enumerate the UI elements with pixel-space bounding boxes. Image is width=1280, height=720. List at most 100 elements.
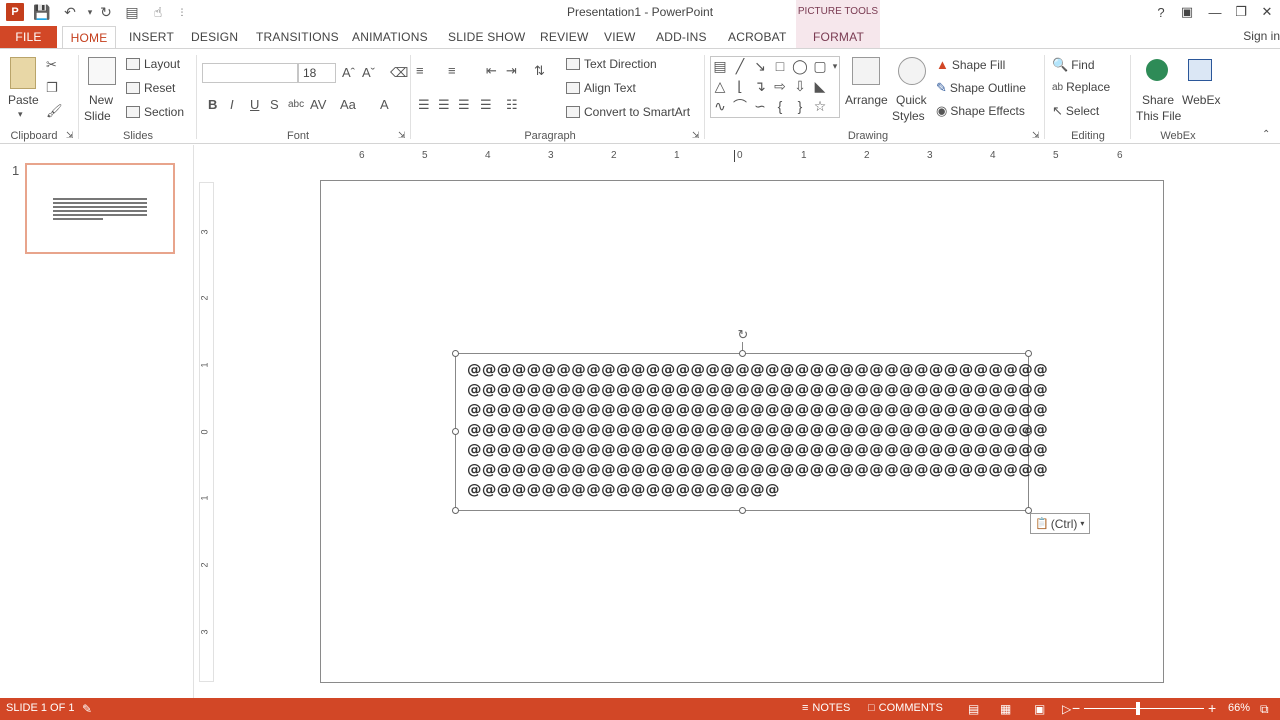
gallery-more-icon[interactable]: ▾ bbox=[829, 57, 841, 75]
paste-dropdown-icon[interactable]: ▾ bbox=[18, 109, 23, 120]
text-direction-button[interactable]: Text Direction bbox=[566, 57, 657, 71]
share-this-file-label[interactable]: This File bbox=[1136, 109, 1181, 123]
tab-review[interactable]: REVIEW bbox=[540, 26, 589, 48]
decrease-indent-icon[interactable]: ⇤ bbox=[486, 63, 497, 79]
right-brace-shape-icon[interactable]: } bbox=[791, 97, 809, 115]
select-button[interactable]: ↖ Select bbox=[1052, 103, 1099, 119]
minimize-button[interactable]: — bbox=[1204, 3, 1226, 21]
underline-icon[interactable]: U bbox=[250, 97, 259, 112]
fit-slide-icon[interactable]: ⧉ bbox=[1260, 702, 1269, 717]
undo-icon[interactable]: ↶ bbox=[60, 3, 80, 21]
comments-button[interactable]: □ COMMENTS bbox=[868, 702, 943, 714]
shape-effects-button[interactable]: ◉ Shape Effects bbox=[936, 103, 1025, 119]
zoom-in-icon[interactable]: + bbox=[1208, 700, 1216, 716]
ribbon-display-options-button[interactable]: ▣ bbox=[1176, 3, 1198, 21]
layout-button[interactable]: Layout bbox=[126, 57, 180, 71]
character-spacing-icon[interactable]: AV bbox=[310, 97, 326, 112]
zoom-slider[interactable] bbox=[1084, 708, 1204, 709]
paste-icon[interactable] bbox=[10, 57, 36, 89]
decrease-font-size-icon[interactable]: Aˇ bbox=[362, 65, 375, 80]
oval-shape-icon[interactable]: ◯ bbox=[791, 57, 809, 75]
resize-handle-left[interactable] bbox=[452, 428, 459, 435]
clipboard-launcher-icon[interactable]: ⇲ bbox=[66, 130, 74, 141]
columns-icon[interactable]: ☷ bbox=[506, 97, 518, 113]
sign-in-link[interactable]: Sign in bbox=[1243, 29, 1280, 43]
numbering-icon[interactable]: ≡ bbox=[448, 63, 456, 78]
collapse-ribbon-icon[interactable]: ⌃ bbox=[1262, 129, 1270, 140]
clear-formatting-icon[interactable]: ⌫ bbox=[390, 65, 408, 81]
webex-icon[interactable] bbox=[1188, 59, 1212, 81]
cut-icon[interactable]: ✂ bbox=[46, 57, 57, 73]
paragraph-launcher-icon[interactable]: ⇲ bbox=[692, 130, 700, 141]
resize-handle-bottom[interactable] bbox=[739, 507, 746, 514]
close-button[interactable]: ✕ bbox=[1256, 3, 1278, 21]
new-slide-icon[interactable] bbox=[88, 57, 116, 85]
notes-button[interactable]: ≡ NOTES bbox=[802, 702, 850, 714]
tab-acrobat[interactable]: ACROBAT bbox=[728, 26, 787, 48]
resize-handle-top-left[interactable] bbox=[452, 350, 459, 357]
triangle-shape-icon[interactable]: △ bbox=[711, 77, 729, 95]
zoom-level[interactable]: 66% bbox=[1228, 702, 1250, 714]
text-shadow-icon[interactable]: S bbox=[270, 97, 279, 112]
paste-button[interactable]: Paste bbox=[8, 93, 39, 107]
slide-sorter-icon[interactable]: ▦ bbox=[1000, 702, 1011, 716]
bullets-icon[interactable]: ≡ bbox=[416, 63, 424, 78]
resize-handle-bottom-left[interactable] bbox=[452, 507, 459, 514]
text-box-content[interactable]: @@@@@@@@@@@@@@@@@@@@@@@@@@@@@@@@@@@@@@@ … bbox=[467, 360, 1048, 500]
align-left-icon[interactable]: ☰ bbox=[418, 97, 430, 113]
replace-button[interactable]: ab Replace bbox=[1052, 80, 1110, 94]
tab-format[interactable]: FORMAT bbox=[813, 26, 864, 48]
ruler-indent-marker[interactable] bbox=[734, 150, 735, 162]
tab-file[interactable]: FILE bbox=[0, 26, 57, 48]
increase-font-size-icon[interactable]: Aˆ bbox=[342, 65, 355, 80]
tab-add-ins[interactable]: ADD-INS bbox=[656, 26, 707, 48]
customize-qat-icon[interactable]: ⋮ bbox=[172, 3, 192, 21]
spell-check-icon[interactable]: ✎ bbox=[82, 702, 92, 716]
share-this-file-button[interactable]: Share bbox=[1142, 93, 1174, 107]
elbow-connector-icon[interactable]: ⌊ bbox=[731, 77, 749, 95]
slide-show-icon[interactable]: ▷ bbox=[1062, 702, 1071, 716]
star-shape-icon[interactable]: ☆ bbox=[811, 97, 829, 115]
reset-button[interactable]: Reset bbox=[126, 81, 175, 95]
shape-fill-button[interactable]: ▲ Shape Fill bbox=[936, 57, 1005, 72]
rotate-handle-icon[interactable]: ↻ bbox=[736, 327, 750, 342]
tab-home[interactable]: HOME bbox=[62, 26, 116, 49]
convert-smartart-button[interactable]: Convert to SmartArt bbox=[566, 105, 690, 119]
align-right-icon[interactable]: ☰ bbox=[458, 97, 470, 113]
quick-styles-icon[interactable] bbox=[898, 57, 926, 85]
copy-icon[interactable]: ❐ bbox=[46, 80, 58, 96]
new-slide-button-label[interactable]: Slide bbox=[84, 109, 111, 123]
change-case-icon[interactable]: Aa bbox=[340, 97, 356, 112]
zoom-out-icon[interactable]: − bbox=[1072, 700, 1080, 716]
left-brace-shape-icon[interactable]: { bbox=[771, 97, 789, 115]
resize-handle-top-right[interactable] bbox=[1025, 350, 1032, 357]
curve-shape-icon[interactable]: ∿ bbox=[711, 97, 729, 115]
down-arrow-shape-icon[interactable]: ⇩ bbox=[791, 77, 809, 95]
elbow-arrow-icon[interactable]: ↴ bbox=[751, 77, 769, 95]
normal-view-icon[interactable]: ▤ bbox=[968, 702, 979, 716]
help-button[interactable]: ? bbox=[1150, 3, 1172, 21]
format-painter-icon[interactable]: 🖌 bbox=[46, 103, 63, 119]
restore-button[interactable]: ❐ bbox=[1230, 3, 1252, 21]
tab-slide-show[interactable]: SLIDE SHOW bbox=[448, 26, 525, 48]
quick-styles-button[interactable]: Quick bbox=[896, 93, 927, 107]
zoom-slider-thumb[interactable] bbox=[1136, 702, 1140, 715]
arrow-line-shape-icon[interactable]: ↘ bbox=[751, 57, 769, 75]
justify-icon[interactable]: ☰ bbox=[480, 97, 492, 113]
tab-transitions[interactable]: TRANSITIONS bbox=[256, 26, 339, 48]
font-color-icon[interactable]: A bbox=[380, 97, 389, 112]
new-slide-button[interactable]: New bbox=[89, 93, 113, 107]
drawing-launcher-icon[interactable]: ⇲ bbox=[1032, 130, 1040, 141]
start-from-beginning-icon[interactable]: ▤ bbox=[122, 3, 142, 21]
italic-icon[interactable]: I bbox=[230, 97, 234, 112]
tab-view[interactable]: VIEW bbox=[604, 26, 635, 48]
tab-design[interactable]: DESIGN bbox=[191, 26, 238, 48]
line-shape-icon[interactable]: ╱ bbox=[731, 57, 749, 75]
resize-handle-top[interactable] bbox=[739, 350, 746, 357]
strikethrough-icon[interactable]: abc bbox=[288, 99, 304, 110]
font-name-box[interactable] bbox=[202, 63, 298, 83]
arc-shape-icon[interactable]: ⌒ bbox=[731, 97, 749, 115]
increase-indent-icon[interactable]: ⇥ bbox=[506, 63, 517, 79]
scribble-shape-icon[interactable]: ∽ bbox=[751, 97, 769, 115]
tab-insert[interactable]: INSERT bbox=[129, 26, 174, 48]
